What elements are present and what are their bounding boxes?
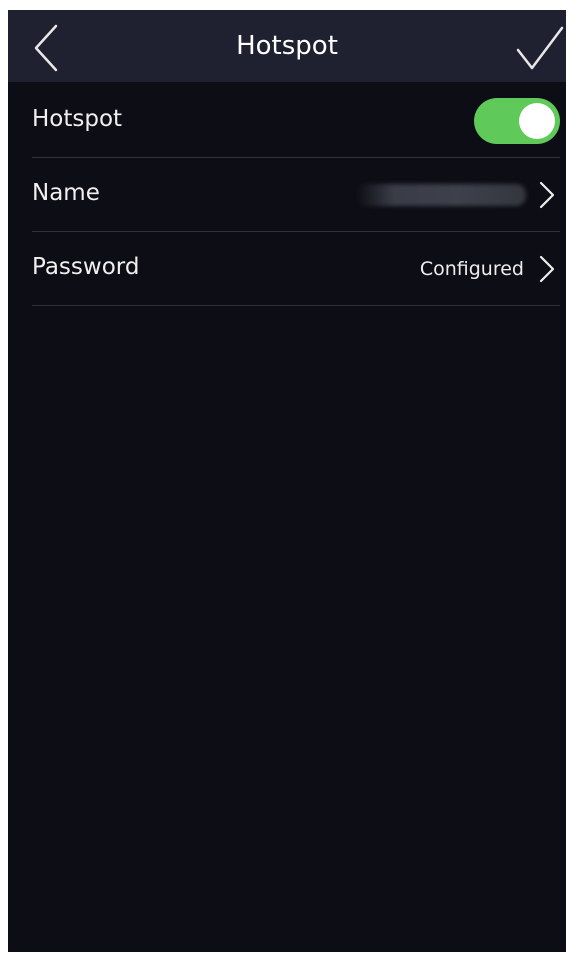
chevron-right-icon (539, 255, 555, 283)
screen: Hotspot Hotspot Name Password Configured (8, 10, 566, 952)
hotspot-label: Hotspot (32, 106, 123, 132)
toggle-knob (519, 103, 555, 139)
password-row[interactable]: Password Configured (32, 232, 560, 306)
name-label: Name (32, 180, 100, 206)
name-row[interactable]: Name (32, 158, 560, 232)
name-value-obscured (356, 184, 526, 206)
hotspot-toggle[interactable] (474, 98, 560, 144)
confirm-button[interactable] (512, 20, 566, 76)
page-title: Hotspot (236, 31, 338, 61)
password-status: Configured (419, 258, 524, 280)
chevron-right-icon (539, 181, 555, 209)
hotspot-row: Hotspot (32, 84, 560, 158)
checkmark-icon (516, 26, 564, 70)
header-bar: Hotspot (8, 10, 566, 82)
password-label: Password (32, 254, 140, 280)
